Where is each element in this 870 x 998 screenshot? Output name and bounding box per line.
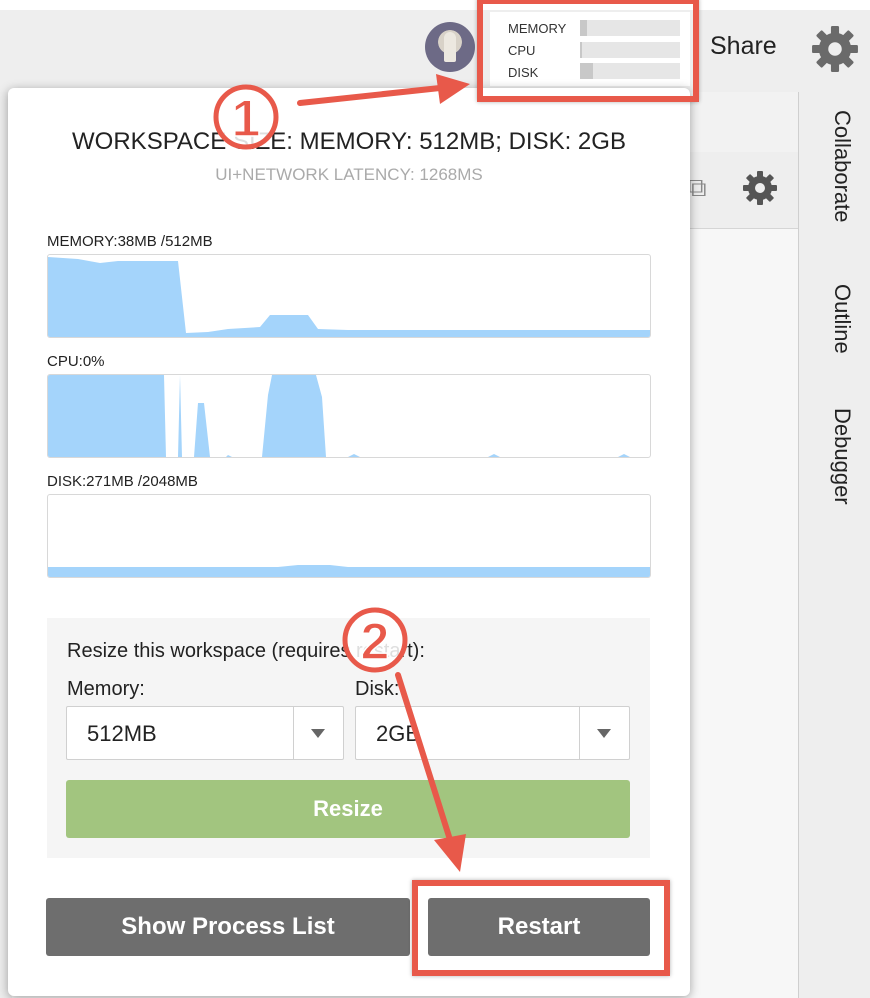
memory-graph-area — [48, 257, 650, 337]
disk-select[interactable]: 2GB — [355, 706, 630, 760]
disk-field-label: Disk: — [355, 678, 400, 700]
latency-subtitle: UI+NETWORK LATENCY: 1268MS — [215, 165, 483, 184]
chevron-down-icon — [311, 729, 325, 738]
top-bar-strip — [0, 0, 870, 10]
disk-graph-label: DISK:271MB /2048MB — [47, 473, 198, 490]
tab-collaborate[interactable]: Collaborate — [815, 110, 855, 223]
disk-graph-area — [48, 565, 650, 577]
restart-highlight — [412, 880, 670, 976]
memory-select-value: 512MB — [87, 721, 157, 746]
memory-graph — [47, 254, 651, 338]
resize-title: Resize this workspace (requires restart)… — [67, 640, 425, 662]
editor-gear-icon[interactable] — [740, 168, 780, 208]
memory-field-label: Memory: — [67, 678, 145, 700]
user-avatar[interactable] — [425, 22, 475, 72]
tab-outline[interactable]: Outline — [815, 284, 855, 354]
disk-graph — [47, 494, 651, 578]
disk-select-value: 2GB — [376, 721, 421, 746]
show-process-list-button[interactable]: Show Process List — [46, 898, 410, 956]
memory-select[interactable]: 512MB — [66, 706, 344, 760]
cpu-graph-label: CPU:0% — [47, 353, 105, 370]
workspace-size-title: WORKSPACE SIZE: MEMORY: 512MB; DISK: 2GB — [72, 128, 626, 155]
cpu-graph-area — [48, 375, 630, 457]
right-sidebar: Collaborate Outline Debugger — [798, 92, 870, 998]
resize-button[interactable]: Resize — [66, 780, 630, 838]
usage-widget-highlight — [477, 0, 699, 102]
share-button[interactable]: Share — [710, 32, 777, 61]
tab-debugger[interactable]: Debugger — [815, 408, 855, 505]
settings-gear-icon[interactable] — [808, 22, 862, 76]
memory-graph-label: MEMORY:38MB /512MB — [47, 233, 213, 250]
cpu-graph — [47, 374, 651, 458]
chevron-down-icon — [597, 729, 611, 738]
